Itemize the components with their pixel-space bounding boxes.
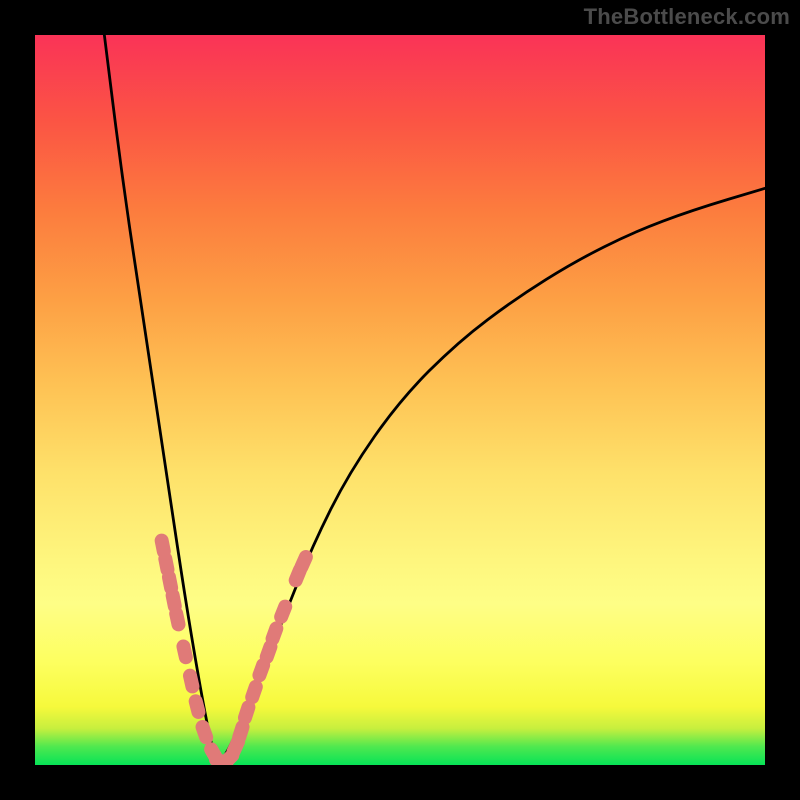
bottleneck-curve-path (104, 35, 765, 760)
marker-point (196, 701, 199, 712)
marker-point (301, 557, 305, 567)
marker-point (273, 628, 277, 638)
bottleneck-curve (104, 35, 765, 760)
marker-point (239, 727, 242, 737)
chart-frame: TheBottleneck.com (0, 0, 800, 800)
marker-point (169, 577, 171, 588)
marker-point (183, 646, 185, 657)
marker-point (173, 595, 175, 606)
watermark-text: TheBottleneck.com (584, 4, 790, 30)
marker-point (267, 647, 271, 657)
marker-point (245, 707, 248, 717)
marker-layer (162, 541, 306, 764)
marker-point (203, 727, 207, 737)
marker-point (252, 687, 256, 697)
marker-point (162, 541, 164, 552)
chart-svg (35, 35, 765, 765)
marker-point (281, 607, 285, 617)
marker-point (165, 559, 167, 570)
marker-point (176, 614, 178, 625)
marker-point (259, 665, 263, 675)
marker-point (190, 676, 192, 687)
plot-area (35, 35, 765, 765)
